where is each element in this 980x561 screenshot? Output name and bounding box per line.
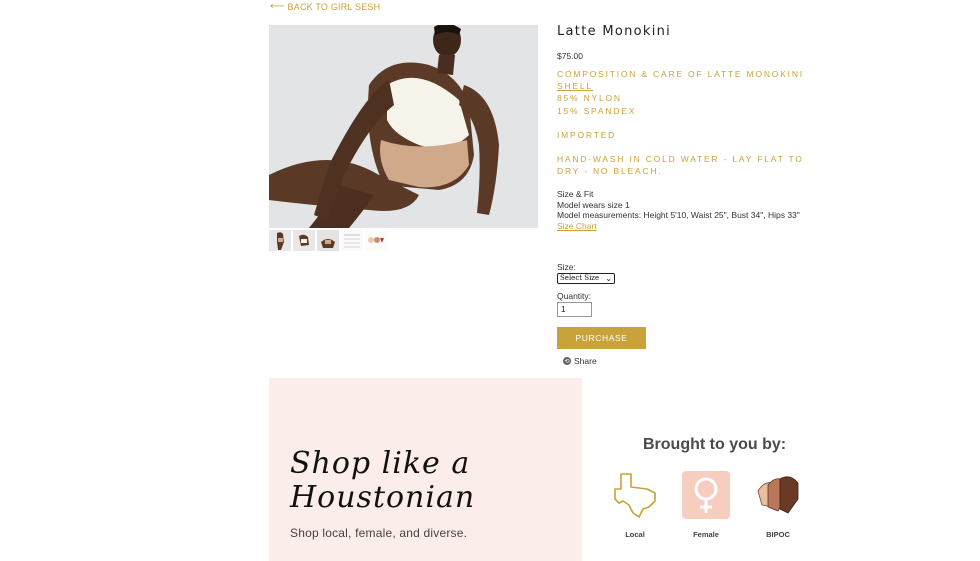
care-line: HAND-WASH IN COLD WATER - LAY FLAT TO DR… bbox=[557, 154, 804, 177]
back-link[interactable]: ⟵ BACK TO GIRL SESH bbox=[270, 1, 380, 12]
shop-houstonian-banner: Shop like a Houstonian Shop local, femal… bbox=[269, 378, 582, 561]
size-select[interactable]: Select Size ⌄ bbox=[557, 273, 615, 284]
material-line: 85% NYLON bbox=[557, 93, 622, 104]
product-title: Latte Monokini bbox=[557, 24, 672, 39]
thumbnail[interactable] bbox=[293, 230, 315, 251]
quantity-input[interactable]: 1 bbox=[557, 302, 592, 317]
product-price: $75.00 bbox=[557, 51, 583, 61]
size-select-value: Select Size bbox=[560, 274, 600, 282]
product-details: COMPOSITION & CARE OF LATTE MONOKINI SHE… bbox=[557, 68, 817, 177]
brought-to-you-heading: Brought to you by: bbox=[643, 436, 787, 453]
texas-icon bbox=[614, 473, 656, 518]
badge-label: Female bbox=[693, 530, 719, 539]
female-symbol-icon bbox=[682, 471, 730, 519]
quantity-label: Quantity: bbox=[557, 291, 592, 301]
chevron-down-icon: ⌄ bbox=[605, 274, 612, 283]
thumbnail[interactable] bbox=[317, 230, 339, 251]
badge-label: BIPOC bbox=[766, 530, 790, 539]
arrow-left-icon: ⟵ bbox=[270, 1, 285, 12]
share-label: Share bbox=[574, 356, 597, 366]
purchase-button[interactable]: PURCHASE bbox=[557, 327, 646, 349]
material-line: 15% SPANDEX bbox=[557, 105, 637, 116]
thumbnail[interactable] bbox=[365, 230, 387, 251]
banner-subtitle: Shop local, female, and diverse. bbox=[290, 526, 468, 540]
hands-icon bbox=[757, 476, 799, 514]
product-main-image[interactable] bbox=[269, 25, 538, 228]
share-button[interactable]: ⟲ Share bbox=[563, 356, 597, 366]
size-label: Size: bbox=[557, 262, 576, 272]
banner-heading: Shop like a Houstonian bbox=[290, 446, 476, 515]
model-measurements: Model measurements: Height 5'10, Waist 2… bbox=[557, 210, 800, 220]
fit-heading: Size & Fit bbox=[557, 189, 594, 199]
origin-line: IMPORTED bbox=[557, 129, 617, 140]
composition-heading: COMPOSITION & CARE OF LATTE MONOKINI bbox=[557, 69, 804, 79]
model-size: Model wears size 1 bbox=[557, 199, 630, 210]
badge-bipoc: BIPOC bbox=[748, 471, 808, 539]
badge-female: Female bbox=[676, 471, 736, 539]
shell-link[interactable]: SHELL bbox=[557, 80, 817, 92]
badge-label: Local bbox=[625, 530, 645, 539]
size-chart-link[interactable]: Size Chart bbox=[557, 221, 817, 232]
back-link-label: BACK TO GIRL SESH bbox=[287, 1, 381, 12]
thumbnail[interactable] bbox=[341, 230, 363, 251]
thumbnail[interactable] bbox=[269, 230, 291, 251]
size-fit-info: Size & Fit Model wears size 1 Model meas… bbox=[557, 189, 817, 231]
share-icon: ⟲ bbox=[563, 357, 571, 365]
thumbnail-strip bbox=[269, 230, 387, 251]
model-photo bbox=[269, 25, 538, 228]
badge-local: Local bbox=[605, 471, 665, 539]
